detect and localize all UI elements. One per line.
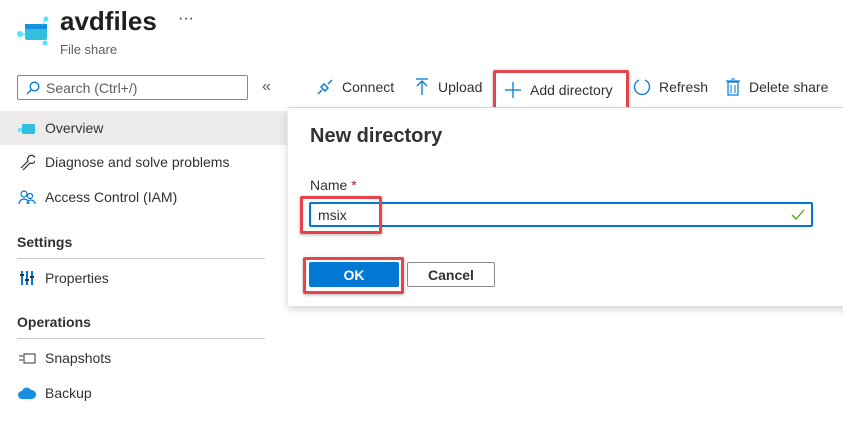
valid-check-icon — [791, 209, 805, 220]
name-input[interactable]: msix — [309, 202, 813, 227]
more-options-button[interactable]: ··· — [178, 10, 194, 28]
sidebar-item-overview[interactable]: Overview — [0, 111, 287, 145]
upload-icon — [416, 78, 428, 95]
connect-button[interactable]: Connect — [316, 73, 394, 101]
file-share-logo-icon — [17, 16, 49, 46]
search-input[interactable]: Search (Ctrl+/) — [17, 75, 248, 100]
search-placeholder: Search (Ctrl+/) — [46, 79, 138, 96]
divider — [17, 258, 265, 259]
sidebar-item-label: Properties — [45, 270, 109, 286]
delete-share-button[interactable]: Delete share — [725, 73, 828, 101]
sidebar-item-snapshots[interactable]: Snapshots — [0, 341, 287, 375]
file-share-icon — [17, 118, 37, 138]
name-input-highlight — [300, 196, 382, 234]
refresh-button[interactable]: Refresh — [633, 73, 708, 101]
plug-icon — [317, 79, 333, 95]
dialog-title: New directory — [310, 125, 443, 147]
ok-button-highlight — [303, 257, 404, 294]
section-operations: Operations — [17, 314, 91, 330]
properties-icon — [17, 268, 37, 288]
name-label-text: Name — [310, 177, 348, 193]
search-icon — [26, 81, 40, 94]
sidebar-item-label: Overview — [45, 120, 104, 136]
required-marker: * — [351, 177, 357, 193]
trash-icon — [726, 78, 740, 96]
add-directory-button[interactable]: Add directory — [493, 70, 629, 110]
backup-cloud-icon — [17, 383, 37, 403]
refresh-label: Refresh — [659, 79, 709, 95]
name-label: Name * — [310, 177, 357, 193]
people-icon — [17, 187, 37, 207]
sidebar-item-label: Diagnose and solve problems — [45, 154, 230, 170]
section-settings: Settings — [17, 234, 73, 250]
sidebar-item-backup[interactable]: Backup — [0, 376, 287, 410]
snapshots-icon — [17, 348, 37, 368]
page-title: avdfiles — [60, 6, 157, 36]
collapse-sidebar-button[interactable]: « — [262, 78, 271, 96]
plus-icon — [505, 82, 521, 98]
sidebar-item-properties[interactable]: Properties — [0, 261, 287, 295]
wrench-icon — [17, 152, 37, 172]
page-subtitle: File share — [60, 42, 118, 57]
add-directory-label: Add directory — [530, 82, 613, 98]
sidebar-item-label: Backup — [45, 385, 92, 401]
sidebar-item-label: Access Control (IAM) — [45, 189, 178, 205]
delete-share-label: Delete share — [749, 79, 829, 95]
refresh-icon — [633, 79, 651, 96]
connect-label: Connect — [342, 79, 395, 95]
sidebar-item-diagnose[interactable]: Diagnose and solve problems — [0, 145, 287, 179]
divider — [17, 338, 265, 339]
cancel-button[interactable]: Cancel — [407, 262, 495, 287]
sidebar-item-access-control[interactable]: Access Control (IAM) — [0, 180, 287, 214]
sidebar-item-label: Snapshots — [45, 350, 112, 366]
upload-button[interactable]: Upload — [414, 73, 482, 101]
upload-label: Upload — [438, 79, 483, 95]
